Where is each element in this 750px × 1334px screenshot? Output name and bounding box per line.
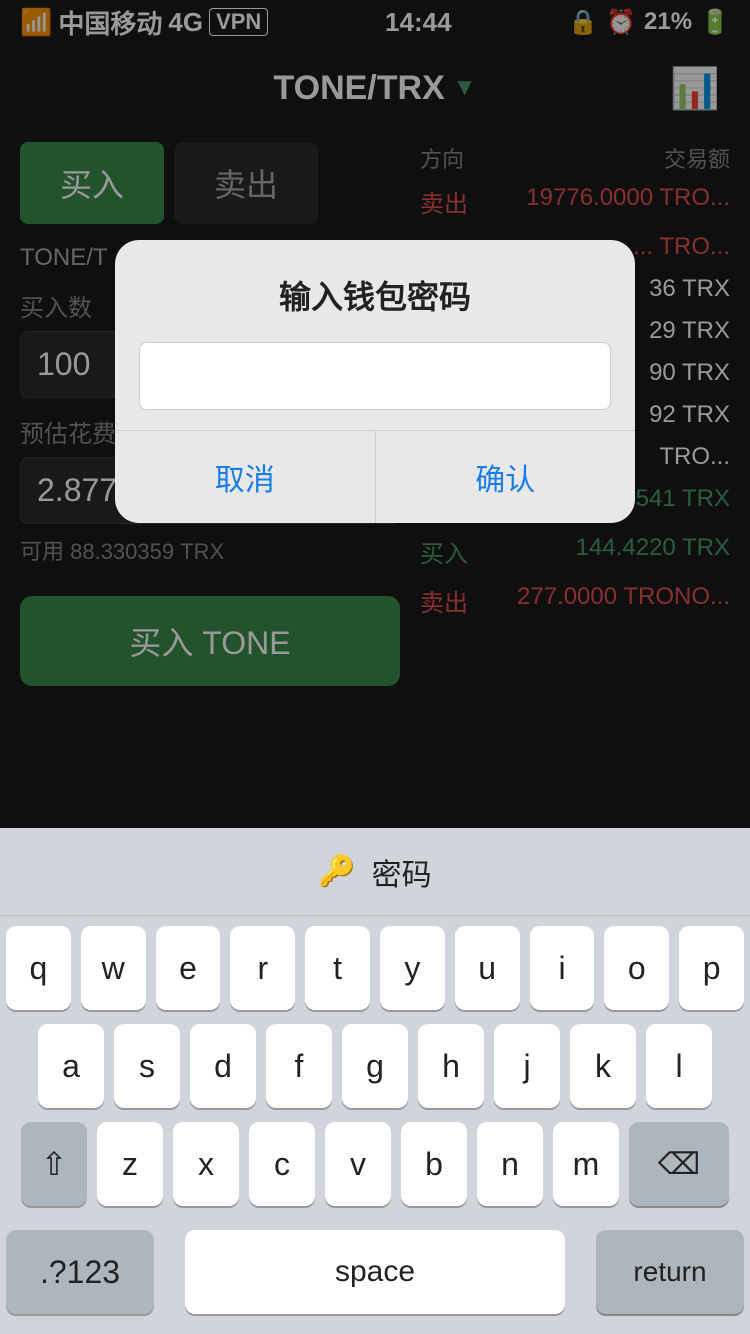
key-n[interactable]: n (477, 1122, 543, 1206)
space-key[interactable]: space (185, 1230, 565, 1314)
keyboard-header-label: 密码 (372, 850, 432, 894)
key-r[interactable]: r (230, 926, 295, 1010)
key-b[interactable]: b (401, 1122, 467, 1206)
key-e[interactable]: e (156, 926, 221, 1010)
modal-input-wrap (115, 342, 635, 430)
key-x[interactable]: x (173, 1122, 239, 1206)
key-m[interactable]: m (553, 1122, 619, 1206)
keyboard-header: 🔑 密码 (0, 828, 750, 916)
key-row-1: q w e r t y u i o p (6, 926, 744, 1010)
key-j[interactable]: j (494, 1024, 560, 1108)
modal-buttons: 取消 确认 (115, 430, 635, 523)
key-q[interactable]: q (6, 926, 71, 1010)
key-v[interactable]: v (325, 1122, 391, 1206)
key-f[interactable]: f (266, 1024, 332, 1108)
key-row-2: a s d f g h j k l (6, 1024, 744, 1108)
key-icon: 🔑 (318, 854, 355, 889)
confirm-button[interactable]: 确认 (376, 431, 636, 523)
delete-key[interactable]: ⌫ (629, 1122, 729, 1206)
cancel-button[interactable]: 取消 (115, 431, 376, 523)
key-t[interactable]: t (305, 926, 370, 1010)
key-c[interactable]: c (249, 1122, 315, 1206)
return-key[interactable]: return (596, 1230, 744, 1314)
key-d[interactable]: d (190, 1024, 256, 1108)
key-l[interactable]: l (646, 1024, 712, 1108)
key-w[interactable]: w (81, 926, 146, 1010)
key-i[interactable]: i (530, 926, 595, 1010)
modal-title: 输入钱包密码 (115, 240, 635, 342)
key-z[interactable]: z (97, 1122, 163, 1206)
key-row-3: ⇧ z x c v b n m ⌫ (6, 1122, 744, 1206)
keyboard-rows: q w e r t y u i o p a s d f g h j k l ⇧ … (0, 916, 750, 1206)
keyboard-bottom-row: .?123 space return (0, 1220, 750, 1334)
key-a[interactable]: a (38, 1024, 104, 1108)
shift-key[interactable]: ⇧ (21, 1122, 87, 1206)
key-h[interactable]: h (418, 1024, 484, 1108)
numbers-key[interactable]: .?123 (6, 1230, 154, 1314)
keyboard-area: 🔑 密码 q w e r t y u i o p a s d f g h j k… (0, 828, 750, 1334)
key-u[interactable]: u (455, 926, 520, 1010)
key-p[interactable]: p (679, 926, 744, 1010)
key-k[interactable]: k (570, 1024, 636, 1108)
password-input[interactable] (139, 342, 611, 410)
key-y[interactable]: y (380, 926, 445, 1010)
key-g[interactable]: g (342, 1024, 408, 1108)
wallet-password-modal: 输入钱包密码 取消 确认 (115, 240, 635, 523)
key-s[interactable]: s (114, 1024, 180, 1108)
key-o[interactable]: o (604, 926, 669, 1010)
